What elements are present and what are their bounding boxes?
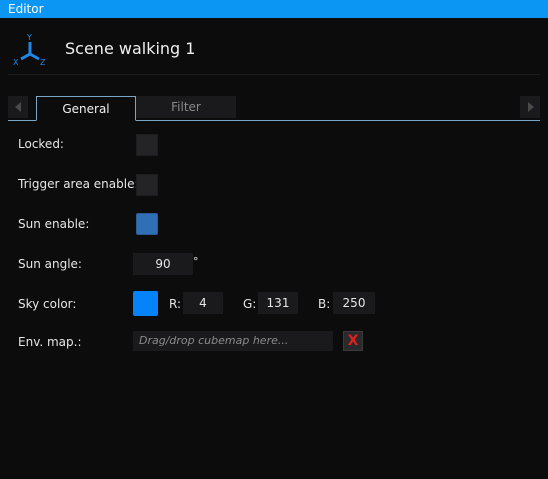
sun-enable-checkbox[interactable] [136, 213, 158, 235]
sun-angle-unit: ° [193, 255, 199, 268]
scene-title: Scene walking 1 [65, 39, 196, 58]
window-title-bar[interactable]: Editor [0, 0, 548, 18]
tab-general[interactable]: General [36, 96, 136, 121]
locked-label: Locked: [18, 137, 64, 151]
axis-x-label: X [13, 58, 19, 67]
close-icon: X [347, 333, 359, 349]
window-title: Editor [8, 2, 44, 16]
env-map-label: Env. map.: [18, 335, 82, 349]
sky-g-label: G: [243, 297, 257, 311]
sky-r-input[interactable]: 4 [183, 292, 223, 314]
sky-g-input[interactable]: 131 [258, 292, 298, 314]
axis-z-label: Z [40, 58, 46, 67]
sky-r-label: R: [169, 297, 182, 311]
tab-scroll-right-icon[interactable] [520, 96, 540, 118]
locked-checkbox[interactable] [136, 134, 158, 156]
sky-color-swatch[interactable] [133, 291, 158, 316]
axes-icon: Y X Z [13, 33, 46, 67]
tab-filter[interactable]: Filter [136, 96, 236, 118]
env-map-clear-button[interactable]: X [343, 331, 363, 351]
tab-scroll-left-icon[interactable] [8, 96, 28, 118]
sky-color-label: Sky color: [18, 297, 77, 311]
axis-y-label: Y [26, 33, 32, 42]
sky-b-input[interactable]: 250 [333, 292, 375, 314]
sun-enable-label: Sun enable: [18, 217, 90, 231]
sun-angle-label: Sun angle: [18, 257, 82, 271]
trigger-area-checkbox[interactable] [136, 174, 158, 196]
trigger-area-label: Trigger area enable: [18, 177, 139, 191]
tab-bar: General Filter [8, 96, 540, 121]
scene-header: Y X Z Scene walking 1 [8, 24, 540, 75]
env-map-drop-field[interactable]: Drag/drop cubemap here... [133, 331, 333, 351]
sun-angle-input[interactable]: 90 [133, 253, 193, 275]
sky-b-label: B: [318, 297, 331, 311]
